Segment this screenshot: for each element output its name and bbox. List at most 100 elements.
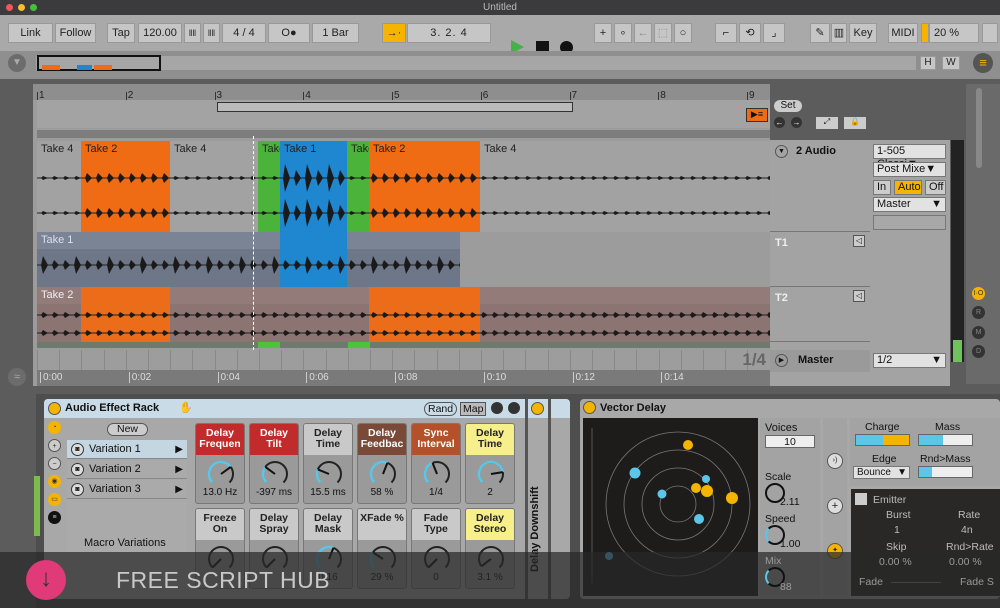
input-type-dropdown[interactable]: 1-505 Classi▼ xyxy=(873,144,946,170)
keyboard-icon[interactable]: ▥ xyxy=(831,23,847,43)
master-output-dropdown[interactable]: 1/2 ▼ xyxy=(873,353,946,368)
punch-out-icon[interactable]: ⌟ xyxy=(763,23,785,43)
minimize-window-button[interactable] xyxy=(18,4,25,11)
knob[interactable] xyxy=(261,460,289,488)
returns-toggle-button[interactable]: R xyxy=(972,306,985,319)
monitor-in-button[interactable]: In xyxy=(873,180,891,195)
rate-value[interactable]: 4n xyxy=(961,524,973,536)
launch-triangle-icon[interactable]: ▶ xyxy=(175,460,183,479)
midi-map-button[interactable]: MIDI xyxy=(888,23,918,43)
show-macros-icon[interactable]: ◔ xyxy=(48,421,61,434)
loop-region-strip[interactable] xyxy=(37,100,770,128)
voices-field[interactable]: 10 xyxy=(765,435,815,448)
draw-curve-icon[interactable]: ⌐ xyxy=(715,23,737,43)
hot-swap-icon[interactable] xyxy=(491,402,503,414)
capture-icon[interactable]: ⬚ xyxy=(654,23,672,43)
fold-icon[interactable]: ▶ xyxy=(775,354,788,367)
launch-triangle-icon[interactable]: ▶ xyxy=(175,440,183,459)
variation-item[interactable]: ◙ Variation 2 ▶ xyxy=(67,460,187,479)
rnd-rate-value[interactable]: 0.00 % xyxy=(949,556,982,568)
take-lane-header-t2[interactable]: T2 ◁ xyxy=(770,287,870,342)
time-signature-field[interactable]: 4 / 4 xyxy=(222,23,266,43)
skip-value[interactable]: 0.00 % xyxy=(879,556,912,568)
output-dropdown[interactable]: Master ▼ xyxy=(873,197,946,212)
device-on-toggle[interactable] xyxy=(583,401,596,414)
macro-knob-1[interactable]: Delay Frequen 13.0 Hz xyxy=(195,423,245,504)
take-lane-main[interactable]: Take 4Take 2Take 4TakeTake 1TakeTake 2Ta… xyxy=(37,141,770,232)
lock-icon[interactable]: 🔒 xyxy=(844,117,866,129)
zoom-window-button[interactable] xyxy=(30,4,37,11)
time-ruler[interactable]: 1/4 0:00 0:02 0:04 0:06 0:08 0:10 0:12 0:14 xyxy=(37,350,770,386)
input-channel-dropdown[interactable]: Post Mixe▼ xyxy=(873,162,946,177)
monitor-auto-button[interactable]: Auto xyxy=(894,180,922,195)
loop-switch-icon[interactable]: ▶≡ xyxy=(746,108,768,122)
optimize-width-button[interactable]: W xyxy=(942,56,960,70)
previous-locator-icon[interactable]: ← xyxy=(774,117,785,128)
remove-macro-icon[interactable]: − xyxy=(48,457,61,470)
knob[interactable] xyxy=(207,460,235,488)
save-preset-icon[interactable] xyxy=(508,402,520,414)
camera-icon[interactable]: ◙ xyxy=(71,443,84,456)
take-lane-t2[interactable]: Take 2 xyxy=(37,287,770,342)
tempo-field[interactable]: 120.00 xyxy=(138,23,182,43)
io-toggle-button[interactable]: I·O xyxy=(972,287,985,300)
take-lane-t1[interactable]: Take 1 xyxy=(37,232,770,287)
fold-icon[interactable]: ▼ xyxy=(775,145,788,158)
session-record-icon[interactable]: ○ xyxy=(674,23,692,43)
speaker-icon[interactable]: ◁ xyxy=(853,235,865,247)
device-on-toggle[interactable] xyxy=(48,402,61,415)
loop-brace[interactable] xyxy=(217,102,573,112)
back-to-arrangement-icon[interactable]: ← xyxy=(634,23,652,43)
tap-tempo-button[interactable]: Tap xyxy=(107,23,135,43)
loop-icon[interactable]: ⟲ xyxy=(739,23,761,43)
mass-slider[interactable] xyxy=(918,434,973,446)
add-particle-icon[interactable]: + xyxy=(827,498,843,514)
automation-arm-icon[interactable]: ∘ xyxy=(614,23,632,43)
knob[interactable] xyxy=(369,460,397,488)
knob[interactable] xyxy=(315,460,343,488)
arrangement-overview[interactable]: ▼ H W ≡ xyxy=(0,51,1000,79)
nudge-down-icon[interactable]: ‖‖ xyxy=(184,23,201,43)
macro-knob-2[interactable]: Delay Tilt -397 ms xyxy=(249,423,299,504)
mixer-toggle-button[interactable]: M xyxy=(972,326,985,339)
macro-knob-5[interactable]: Sync Interval 1/4 xyxy=(411,423,461,504)
automation-toggle-icon[interactable]: ≈ xyxy=(8,368,26,386)
metronome-dropdown[interactable]: O● xyxy=(268,23,310,43)
speaker-icon[interactable]: ◁ xyxy=(853,290,865,302)
camera-icon[interactable]: ◙ xyxy=(71,463,84,476)
devices-icon[interactable]: ≡ xyxy=(48,511,61,524)
launch-triangle-icon[interactable]: ▶ xyxy=(175,480,183,499)
burst-value[interactable]: 1 xyxy=(894,524,900,536)
macro-knob-3[interactable]: Delay Time 15.5 ms xyxy=(303,423,353,504)
link-button[interactable]: Link xyxy=(8,23,53,43)
track-header-master[interactable]: ▶ Master xyxy=(770,350,870,372)
output-channel-field[interactable] xyxy=(873,215,946,230)
variations-icon[interactable]: ◉ xyxy=(48,475,61,488)
new-variation-button[interactable]: New xyxy=(107,423,148,436)
add-macro-icon[interactable]: + xyxy=(48,439,61,452)
song-position-field[interactable]: 3. 2. 4 xyxy=(407,23,491,43)
set-locator-button[interactable]: Set xyxy=(774,100,802,112)
quantize-dropdown[interactable]: 1 Bar xyxy=(312,23,359,43)
cpu-load-dropdown[interactable]: 20 % xyxy=(929,23,979,43)
sound-icon[interactable]: ›) xyxy=(827,453,843,469)
beat-ruler[interactable]: 123456789 xyxy=(33,84,770,101)
monitor-off-button[interactable]: Off xyxy=(925,180,946,195)
optimize-height-button[interactable]: H xyxy=(920,56,936,70)
take-lane-header-t1[interactable]: T1 ◁ xyxy=(770,232,870,287)
emitter-checkbox[interactable] xyxy=(855,493,867,505)
follow-arrow-icon[interactable]: →· xyxy=(382,23,406,43)
delay-toggle-button[interactable]: D xyxy=(972,345,985,358)
macro-knob-4[interactable]: Delay Feedbac 58 % xyxy=(357,423,407,504)
track-header-2-audio[interactable]: ▼ 2 Audio xyxy=(770,140,870,232)
rnd-mass-slider[interactable] xyxy=(918,466,973,478)
nudge-up-icon[interactable]: ‖‖ xyxy=(203,23,220,43)
scrub-area[interactable] xyxy=(37,130,770,138)
add-icon[interactable]: + xyxy=(594,23,612,43)
charge-slider[interactable] xyxy=(855,434,910,446)
knob[interactable] xyxy=(423,460,451,488)
next-locator-icon[interactable]: → xyxy=(791,117,802,128)
key-map-button[interactable]: Key xyxy=(849,23,877,43)
variation-item[interactable]: ◙ Variation 3 ▶ xyxy=(67,480,187,499)
rand-button[interactable]: Rand xyxy=(424,402,458,416)
